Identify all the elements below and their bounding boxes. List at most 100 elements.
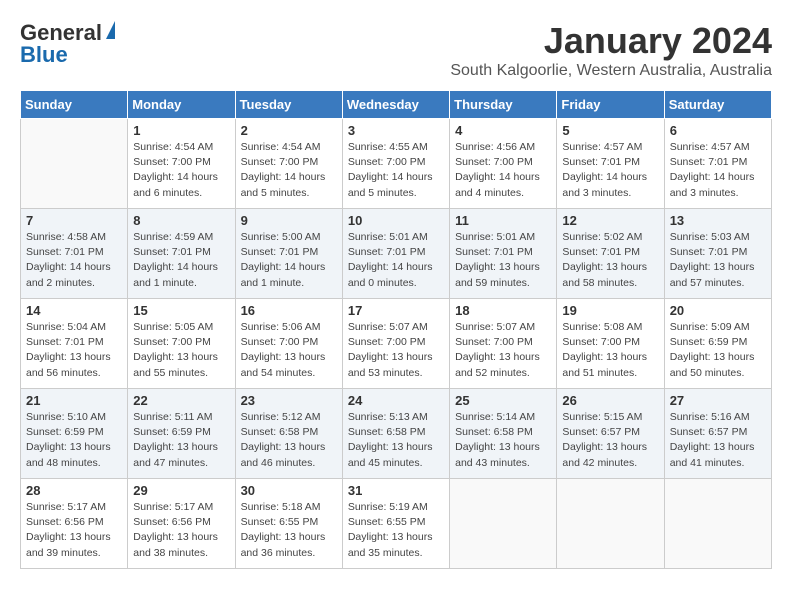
calendar-cell — [664, 479, 771, 569]
day-info: Sunrise: 5:07 AMSunset: 7:00 PMDaylight:… — [455, 320, 551, 381]
day-info: Sunrise: 5:13 AMSunset: 6:58 PMDaylight:… — [348, 410, 444, 471]
calendar-week-row: 1 Sunrise: 4:54 AMSunset: 7:00 PMDaylight… — [21, 119, 772, 209]
day-number: 20 — [670, 303, 766, 318]
day-number: 10 — [348, 213, 444, 228]
day-number: 1 — [133, 123, 229, 138]
day-info: Sunrise: 5:18 AMSunset: 6:55 PMDaylight:… — [241, 500, 337, 561]
day-header-thursday: Thursday — [450, 91, 557, 119]
calendar-cell: 19Sunrise: 5:08 AMSunset: 7:00 PMDayligh… — [557, 299, 664, 389]
day-info: Sunrise: 5:00 AMSunset: 7:01 PMDaylight:… — [241, 230, 337, 291]
day-number: 22 — [133, 393, 229, 408]
calendar-cell: 25 Sunrise: 5:14 AMSunset: 6:58 PMDayligh… — [450, 389, 557, 479]
day-number: 6 — [670, 123, 766, 138]
calendar-cell: 30Sunrise: 5:18 AMSunset: 6:55 PMDayligh… — [235, 479, 342, 569]
day-number: 14 — [26, 303, 122, 318]
day-number: 12 — [562, 213, 658, 228]
day-number: 24 — [348, 393, 444, 408]
calendar-cell: 18 Sunrise: 5:07 AMSunset: 7:00 PMDayligh… — [450, 299, 557, 389]
logo-blue: Blue — [20, 42, 68, 68]
calendar-cell: 9 Sunrise: 5:00 AMSunset: 7:01 PMDaylight… — [235, 209, 342, 299]
day-header-sunday: Sunday — [21, 91, 128, 119]
day-info: Sunrise: 4:54 AMSunset: 7:00 PMDaylight:… — [241, 140, 337, 201]
day-info: Sunrise: 5:01 AMSunset: 7:01 PMDaylight:… — [348, 230, 444, 291]
day-number: 23 — [241, 393, 337, 408]
day-info: Sunrise: 5:14 AMSunset: 6:58 PMDaylight:… — [455, 410, 551, 471]
calendar-cell: 20 Sunrise: 5:09 AMSunset: 6:59 PMDayligh… — [664, 299, 771, 389]
day-number: 31 — [348, 483, 444, 498]
calendar-cell: 14 Sunrise: 5:04 AMSunset: 7:01 PMDayligh… — [21, 299, 128, 389]
day-number: 9 — [241, 213, 337, 228]
day-number: 3 — [348, 123, 444, 138]
day-info: Sunrise: 5:10 AMSunset: 6:59 PMDaylight:… — [26, 410, 122, 471]
logo: General Blue — [20, 20, 115, 68]
day-number: 18 — [455, 303, 551, 318]
day-number: 2 — [241, 123, 337, 138]
day-number: 15 — [133, 303, 229, 318]
day-number: 21 — [26, 393, 122, 408]
calendar-cell: 1 Sunrise: 4:54 AMSunset: 7:00 PMDaylight… — [128, 119, 235, 209]
header: General Blue January 2024 South Kalgoorl… — [20, 20, 772, 80]
calendar-cell: 17Sunrise: 5:07 AMSunset: 7:00 PMDayligh… — [342, 299, 449, 389]
day-number: 28 — [26, 483, 122, 498]
calendar-cell: 26Sunrise: 5:15 AMSunset: 6:57 PMDayligh… — [557, 389, 664, 479]
day-header-monday: Monday — [128, 91, 235, 119]
calendar-cell: 29Sunrise: 5:17 AMSunset: 6:56 PMDayligh… — [128, 479, 235, 569]
calendar-cell: 6Sunrise: 4:57 AMSunset: 7:01 PMDaylight… — [664, 119, 771, 209]
title-area: January 2024 South Kalgoorlie, Western A… — [450, 20, 772, 80]
day-number: 17 — [348, 303, 444, 318]
day-info: Sunrise: 5:15 AMSunset: 6:57 PMDaylight:… — [562, 410, 658, 471]
calendar-week-row: 14 Sunrise: 5:04 AMSunset: 7:01 PMDayligh… — [21, 299, 772, 389]
calendar-cell: 15 Sunrise: 5:05 AMSunset: 7:00 PMDayligh… — [128, 299, 235, 389]
calendar-cell: 8Sunrise: 4:59 AMSunset: 7:01 PMDaylight… — [128, 209, 235, 299]
calendar-cell: 5 Sunrise: 4:57 AMSunset: 7:01 PMDaylight… — [557, 119, 664, 209]
calendar-cell: 2 Sunrise: 4:54 AMSunset: 7:00 PMDaylight… — [235, 119, 342, 209]
calendar-cell: 24 Sunrise: 5:13 AMSunset: 6:58 PMDayligh… — [342, 389, 449, 479]
day-number: 27 — [670, 393, 766, 408]
day-info: Sunrise: 5:05 AMSunset: 7:00 PMDaylight:… — [133, 320, 229, 381]
calendar-cell: 27Sunrise: 5:16 AMSunset: 6:57 PMDayligh… — [664, 389, 771, 479]
calendar-week-row: 21 Sunrise: 5:10 AMSunset: 6:59 PMDayligh… — [21, 389, 772, 479]
day-header-friday: Friday — [557, 91, 664, 119]
calendar-cell: 22 Sunrise: 5:11 AMSunset: 6:59 PMDayligh… — [128, 389, 235, 479]
location-subtitle: South Kalgoorlie, Western Australia, Aus… — [450, 62, 772, 80]
calendar-cell: 16Sunrise: 5:06 AMSunset: 7:00 PMDayligh… — [235, 299, 342, 389]
day-info: Sunrise: 5:01 AMSunset: 7:01 PMDaylight:… — [455, 230, 551, 291]
calendar-cell: 13 Sunrise: 5:03 AMSunset: 7:01 PMDayligh… — [664, 209, 771, 299]
calendar-cell — [450, 479, 557, 569]
day-number: 4 — [455, 123, 551, 138]
day-info: Sunrise: 5:02 AMSunset: 7:01 PMDaylight:… — [562, 230, 658, 291]
day-number: 25 — [455, 393, 551, 408]
day-info: Sunrise: 4:58 AMSunset: 7:01 PMDaylight:… — [26, 230, 122, 291]
day-info: Sunrise: 5:17 AMSunset: 6:56 PMDaylight:… — [26, 500, 122, 561]
day-header-wednesday: Wednesday — [342, 91, 449, 119]
day-info: Sunrise: 5:08 AMSunset: 7:00 PMDaylight:… — [562, 320, 658, 381]
day-header-tuesday: Tuesday — [235, 91, 342, 119]
day-number: 8 — [133, 213, 229, 228]
day-info: Sunrise: 4:57 AMSunset: 7:01 PMDaylight:… — [562, 140, 658, 201]
day-info: Sunrise: 4:55 AMSunset: 7:00 PMDaylight:… — [348, 140, 444, 201]
day-info: Sunrise: 5:11 AMSunset: 6:59 PMDaylight:… — [133, 410, 229, 471]
calendar-cell: 11Sunrise: 5:01 AMSunset: 7:01 PMDayligh… — [450, 209, 557, 299]
day-info: Sunrise: 5:12 AMSunset: 6:58 PMDaylight:… — [241, 410, 337, 471]
day-number: 13 — [670, 213, 766, 228]
day-info: Sunrise: 4:54 AMSunset: 7:00 PMDaylight:… — [133, 140, 229, 201]
calendar-week-row: 28 Sunrise: 5:17 AMSunset: 6:56 PMDayligh… — [21, 479, 772, 569]
calendar-cell: 21 Sunrise: 5:10 AMSunset: 6:59 PMDayligh… — [21, 389, 128, 479]
calendar-cell: 31Sunrise: 5:19 AMSunset: 6:55 PMDayligh… — [342, 479, 449, 569]
logo-triangle-icon — [106, 21, 115, 39]
day-info: Sunrise: 4:56 AMSunset: 7:00 PMDaylight:… — [455, 140, 551, 201]
calendar-table: SundayMondayTuesdayWednesdayThursdayFrid… — [20, 90, 772, 569]
calendar-cell: 23 Sunrise: 5:12 AMSunset: 6:58 PMDayligh… — [235, 389, 342, 479]
calendar-cell: 12 Sunrise: 5:02 AMSunset: 7:01 PMDayligh… — [557, 209, 664, 299]
calendar-header-row: SundayMondayTuesdayWednesdayThursdayFrid… — [21, 91, 772, 119]
calendar-cell: 10 Sunrise: 5:01 AMSunset: 7:01 PMDayligh… — [342, 209, 449, 299]
calendar-cell — [557, 479, 664, 569]
day-info: Sunrise: 5:17 AMSunset: 6:56 PMDaylight:… — [133, 500, 229, 561]
calendar-cell: 28 Sunrise: 5:17 AMSunset: 6:56 PMDayligh… — [21, 479, 128, 569]
day-number: 5 — [562, 123, 658, 138]
day-info: Sunrise: 5:04 AMSunset: 7:01 PMDaylight:… — [26, 320, 122, 381]
day-number: 16 — [241, 303, 337, 318]
day-info: Sunrise: 5:09 AMSunset: 6:59 PMDaylight:… — [670, 320, 766, 381]
calendar-cell: 4 Sunrise: 4:56 AMSunset: 7:00 PMDaylight… — [450, 119, 557, 209]
day-info: Sunrise: 5:03 AMSunset: 7:01 PMDaylight:… — [670, 230, 766, 291]
